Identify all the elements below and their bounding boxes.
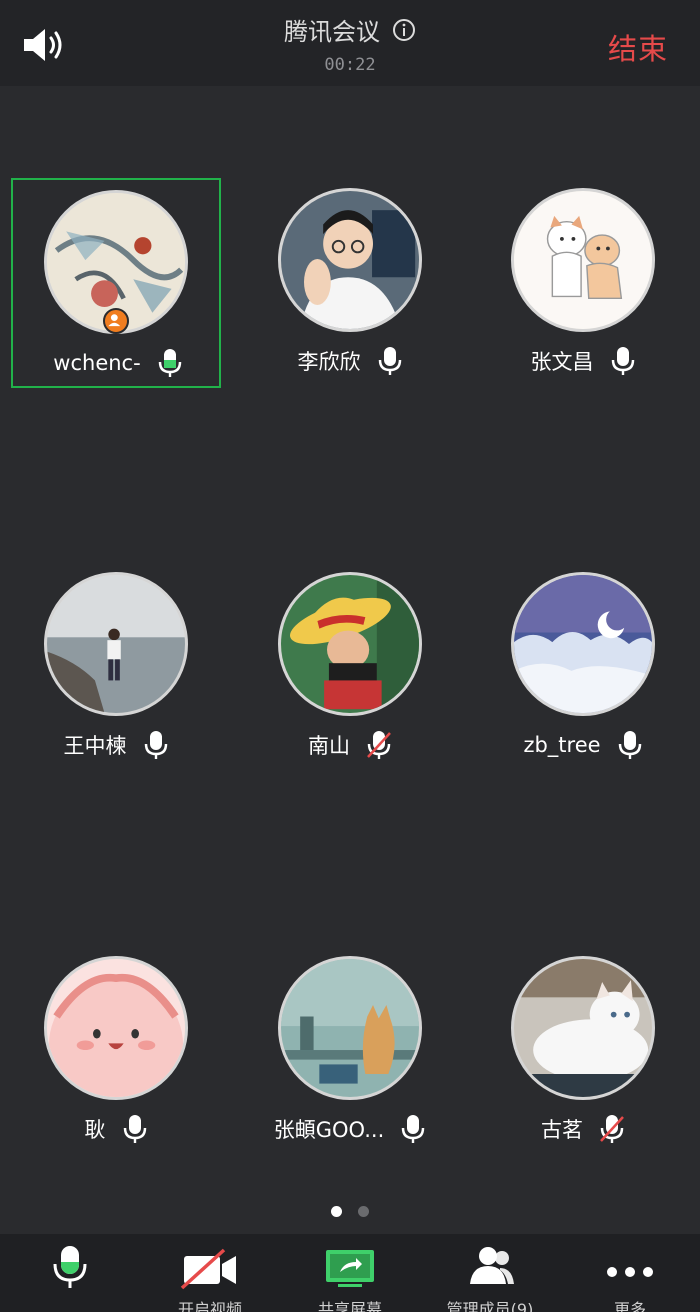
avatar — [278, 572, 422, 716]
video-label: 开启视频 — [177, 1300, 242, 1312]
participant-name: wchenc- — [53, 351, 141, 375]
mic-active-icon — [157, 348, 183, 378]
participant-tile[interactable]: 王中楝 — [11, 562, 221, 772]
participant-name: 李欣欣 — [297, 350, 361, 374]
more-icon — [607, 1267, 653, 1277]
participant-name: 耿 — [84, 1118, 106, 1142]
mic-icon — [143, 730, 169, 760]
meeting-title-area: 腾讯会议 00:22 — [0, 12, 700, 75]
members-label: 管理成员(9) — [446, 1300, 534, 1312]
participant-tile[interactable]: 张文昌 — [478, 178, 688, 388]
avatar — [44, 572, 188, 716]
avatar — [278, 956, 422, 1100]
top-bar: 腾讯会议 00:22 结束 — [0, 0, 700, 86]
more-label: 更多 — [613, 1300, 646, 1312]
participant-tile[interactable]: 张頔GOO... — [245, 946, 455, 1156]
participant-tile[interactable]: 古茗 — [478, 946, 688, 1156]
participant-tile[interactable]: zb_tree — [478, 562, 688, 772]
avatar — [511, 956, 655, 1100]
mic-icon — [610, 346, 636, 376]
video-button[interactable]: 开启视频 — [150, 1242, 270, 1312]
mic-icon — [617, 730, 643, 760]
share-screen-icon — [326, 1250, 374, 1287]
share-screen-button[interactable]: 共享屏幕 — [290, 1242, 410, 1312]
avatar — [44, 956, 188, 1100]
info-icon[interactable] — [392, 18, 416, 42]
participant-tile[interactable]: 南山 — [245, 562, 455, 772]
mic-icon — [122, 1114, 148, 1144]
host-badge-icon — [103, 308, 129, 334]
microphone-icon — [53, 1246, 87, 1288]
participant-name: 古茗 — [541, 1118, 583, 1142]
meeting-title: 腾讯会议 — [284, 18, 380, 46]
page-dot-2[interactable] — [358, 1206, 369, 1217]
more-button[interactable]: 更多 — [570, 1242, 690, 1312]
avatar — [511, 188, 655, 332]
page-indicator[interactable] — [0, 1206, 700, 1217]
manage-members-button[interactable]: 管理成员(9) — [430, 1242, 550, 1312]
participant-name: 张頔GOO... — [273, 1118, 385, 1142]
participant-grid: wchenc- 李欣欣 张文昌 王中楝 南山 zb_tree 耿 张頔GOO..… — [0, 86, 700, 1192]
share-screen-label: 共享屏幕 — [317, 1300, 382, 1312]
meeting-timer: 00:22 — [324, 55, 376, 75]
page-dot-1[interactable] — [331, 1206, 342, 1217]
mic-muted-icon — [599, 1114, 625, 1144]
mute-button[interactable] — [10, 1242, 130, 1296]
participant-name: zb_tree — [523, 733, 601, 757]
participant-name: 南山 — [308, 734, 350, 758]
bottom-toolbar: 开启视频 共享屏幕 管理成员(9) 更多 — [0, 1234, 700, 1312]
end-meeting-button[interactable]: 结束 — [608, 26, 668, 68]
avatar — [278, 188, 422, 332]
participant-name: 张文昌 — [530, 350, 594, 374]
participant-tile[interactable]: 李欣欣 — [245, 178, 455, 388]
participant-tile[interactable]: 耿 — [11, 946, 221, 1156]
members-icon — [470, 1247, 514, 1284]
avatar — [511, 572, 655, 716]
participant-tile[interactable]: wchenc- — [11, 178, 221, 388]
mic-icon — [377, 346, 403, 376]
participant-name: 王中楝 — [63, 734, 127, 758]
video-off-icon — [180, 1248, 236, 1290]
mic-icon — [400, 1114, 426, 1144]
mic-muted-icon — [366, 730, 392, 760]
